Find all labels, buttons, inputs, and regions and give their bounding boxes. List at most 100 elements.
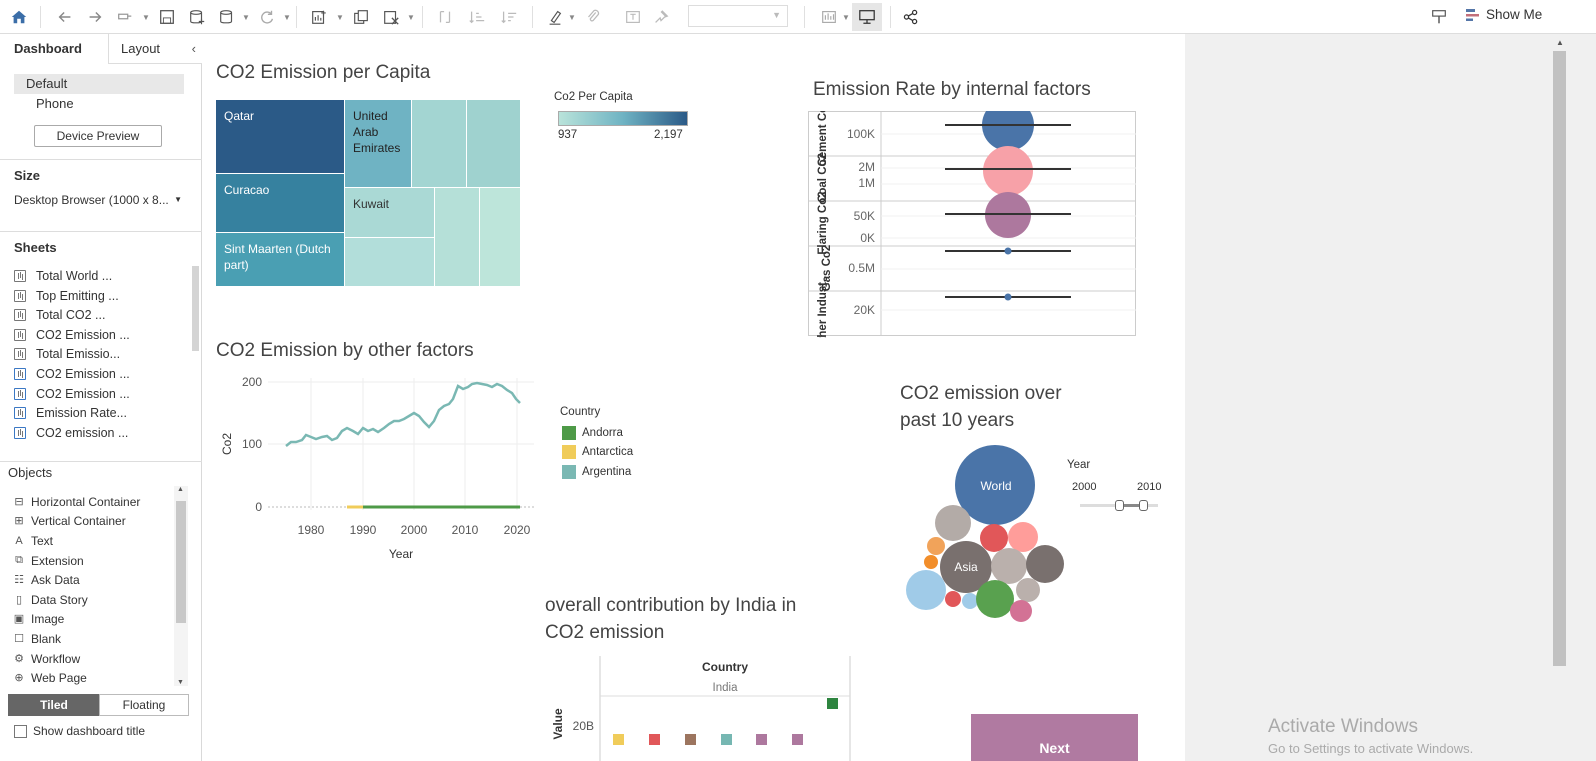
pause-updates-icon[interactable] [214,4,240,30]
bubble[interactable] [1026,545,1064,583]
size-dropdown[interactable]: Desktop Browser (1000 x 8... ▼ [14,191,186,209]
scroll-up-icon[interactable]: ▲ [177,486,184,493]
sheets-scrollbar[interactable] [192,266,199,351]
year-slider-handle-start[interactable] [1115,500,1124,511]
new-datasource-icon[interactable] [184,4,210,30]
india-mark[interactable] [649,734,660,745]
india-mark[interactable] [721,734,732,745]
show-me-button[interactable]: Show Me [1466,7,1542,22]
save-icon[interactable] [154,4,180,30]
scroll-up-icon[interactable]: ▲ [1556,38,1564,47]
india-mark[interactable] [792,734,803,745]
object-image[interactable]: ▣ Image [12,609,65,628]
show-title-checkbox[interactable] [14,725,27,738]
bubble[interactable] [962,593,978,609]
redo-icon[interactable] [82,4,108,30]
device-phone[interactable]: Phone [14,94,184,114]
bubble[interactable] [1010,600,1032,622]
next-button[interactable]: Next [971,714,1138,761]
tab-dashboard[interactable]: Dashboard [0,34,108,64]
presentation-mode-icon[interactable] [852,3,882,31]
tab-layout[interactable]: Layout ‹ [108,34,202,64]
device-default[interactable]: Default [14,74,184,94]
sort-descending-icon[interactable] [496,4,522,30]
duplicate-sheet-icon[interactable] [348,4,374,30]
home-icon[interactable] [6,4,32,30]
treemap-cell[interactable]: United Arab Emirates [345,100,412,188]
legend-item[interactable]: Andorra [562,426,623,440]
tiled-toggle[interactable]: Tiled [8,694,100,716]
sheet-item[interactable]: Total World ... [14,266,112,285]
object-horizontal-container[interactable]: ⊟ Horizontal Container [12,492,140,511]
india-mark[interactable] [685,734,696,745]
undo-icon[interactable] [52,4,78,30]
labels-icon[interactable] [620,4,646,30]
object-web-page[interactable]: ⊕ Web Page [12,668,86,687]
legend-item[interactable]: Argentina [562,465,631,479]
sort-ascending-icon[interactable] [464,4,490,30]
treemap-cell[interactable] [435,188,480,287]
treemap-cell[interactable]: Qatar [216,100,345,174]
sheet-item[interactable]: CO2 Emission ... [14,325,130,344]
objects-scroll-thumb[interactable] [176,501,186,623]
bubble[interactable] [945,591,961,607]
treemap-cell[interactable] [480,188,521,287]
series-line-argentina[interactable] [285,381,521,447]
india-mark[interactable] [613,734,624,745]
objects-scrollbar[interactable]: ▲ ▼ [174,486,188,686]
object-ask-data[interactable]: ☷ Ask Data [12,570,80,589]
india-mark[interactable] [756,734,767,745]
bubble[interactable] [980,524,1008,552]
pin-icon[interactable] [648,4,674,30]
legend-item[interactable]: Antarctica [562,445,633,459]
sheet-item[interactable]: CO2 emission ... [14,423,128,442]
treemap-cell[interactable] [345,238,435,287]
highlight-icon[interactable] [542,4,568,30]
sheet-item[interactable]: Top Emitting ... [14,286,119,305]
fit-dropdown[interactable]: ▼ [688,5,788,27]
share-icon[interactable] [898,4,924,30]
object-text[interactable]: A Text [12,531,53,550]
object-extension[interactable]: ⧉ Extension [12,551,84,570]
treemap-cell[interactable]: Curacao [216,174,345,233]
bubble[interactable] [906,570,946,610]
bubble[interactable] [976,580,1014,618]
sheet-item[interactable]: CO2 Emission ... [14,384,130,403]
swap-icon[interactable] [432,4,458,30]
window-scrollbar[interactable]: ▲ [1551,34,1568,761]
sheet-item[interactable]: CO2 Emission ... [14,364,130,383]
collapse-icon[interactable]: ‹ [192,34,196,64]
object-vertical-container[interactable]: ⊞ Vertical Container [12,511,125,530]
bubble[interactable] [927,537,945,555]
floating-toggle[interactable]: Floating [99,694,189,716]
bubble[interactable] [1016,578,1040,602]
rate-dot-other[interactable] [1004,293,1012,301]
year-slider-handle-end[interactable] [1139,500,1148,511]
new-worksheet-icon[interactable] [306,4,332,30]
sheet-item[interactable]: Emission Rate... [14,403,127,422]
treemap-cell[interactable] [412,100,467,188]
rate-dot-gas[interactable] [1004,247,1012,255]
object-blank[interactable]: ☐ Blank [12,629,61,648]
treemap-cell[interactable] [467,100,521,188]
clear-sheet-icon[interactable] [378,4,404,30]
bubble[interactable] [1008,522,1038,552]
treemap-cell[interactable]: Sint Maarten (Dutch part) [216,233,345,287]
group-icon[interactable] [580,4,606,30]
bubble[interactable] [935,505,971,541]
scroll-down-icon[interactable]: ▼ [177,679,184,686]
replay-icon[interactable] [112,4,138,30]
rate-bubble-coal[interactable] [983,146,1033,196]
treemap-cell[interactable]: Kuwait [345,188,435,238]
format-workbook-icon[interactable] [1426,4,1452,30]
sheet-item[interactable]: Total CO2 ... [14,305,105,324]
object-data-story[interactable]: ▯ Data Story [12,590,88,609]
bubble[interactable] [924,555,938,569]
bubble[interactable] [991,548,1027,584]
refresh-icon[interactable] [254,4,280,30]
window-scroll-thumb[interactable] [1553,51,1566,666]
india-mark[interactable] [827,698,838,709]
object-workflow[interactable]: ⚙ Workflow [12,649,80,668]
sheet-item[interactable]: Total Emissio... [14,344,120,363]
device-preview-button[interactable]: Device Preview [34,125,162,147]
